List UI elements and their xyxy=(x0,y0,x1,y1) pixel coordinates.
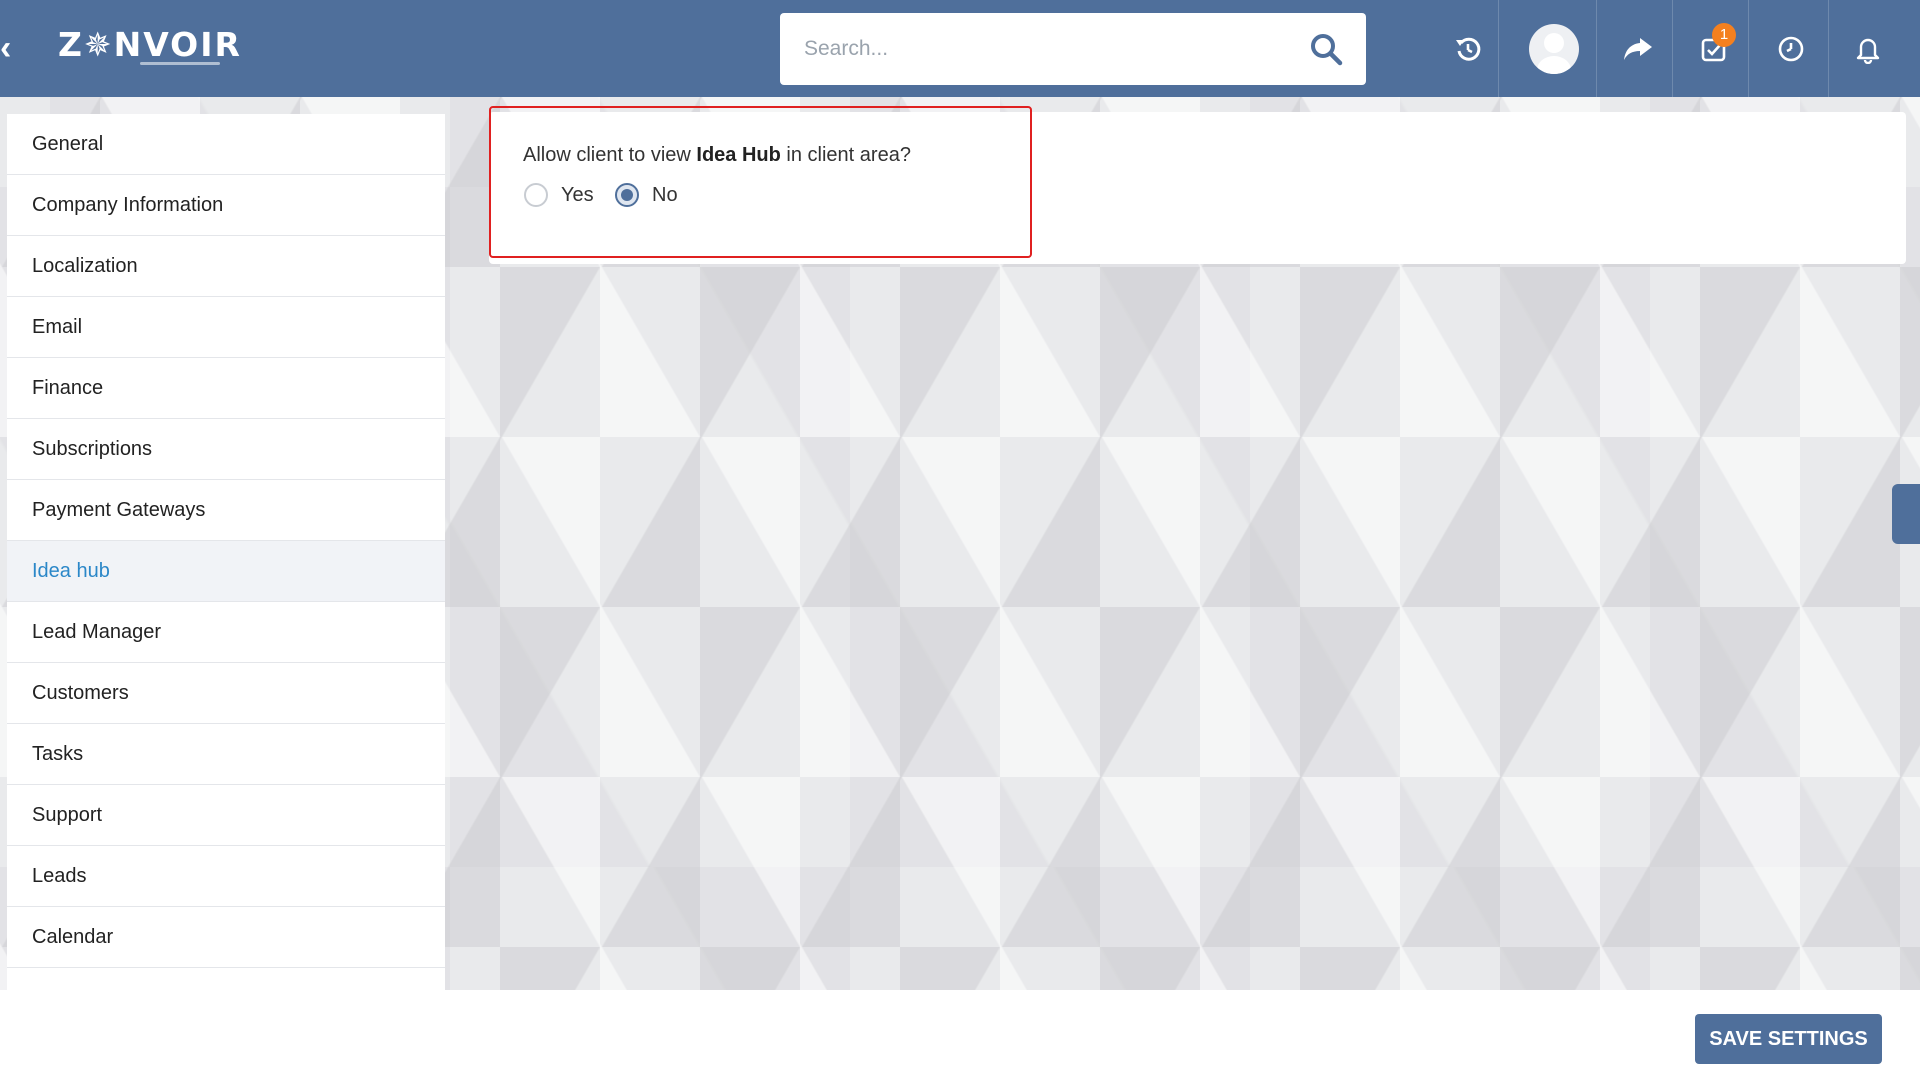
settings-side-tab[interactable] xyxy=(1892,484,1920,544)
sidebar-item-support[interactable]: Support xyxy=(7,785,445,846)
sidebar-item-idea-hub[interactable]: Idea hub xyxy=(7,541,445,602)
footer-bar xyxy=(0,990,1920,1080)
bell-icon[interactable] xyxy=(1843,24,1893,74)
radio-no[interactable] xyxy=(615,183,639,207)
sidebar-item-email[interactable]: Email xyxy=(7,297,445,358)
search-input[interactable] xyxy=(780,13,1300,85)
share-icon[interactable] xyxy=(1613,24,1663,74)
highlight-box xyxy=(489,106,1032,258)
question-bold: Idea Hub xyxy=(696,144,781,166)
radio-no-label[interactable]: No xyxy=(652,183,678,207)
clock-icon[interactable] xyxy=(1766,24,1816,74)
settings-sidebar: General Company Information Localization… xyxy=(7,114,445,990)
radio-yes-label[interactable]: Yes xyxy=(561,183,594,207)
sidebar-item-payment-gateways[interactable]: Payment Gateways xyxy=(7,480,445,541)
top-header: ‹ Z✵NVOIR 1 xyxy=(0,0,1920,97)
sidebar-item-general[interactable]: General xyxy=(7,114,445,175)
radio-yes[interactable] xyxy=(524,183,548,207)
avatar[interactable] xyxy=(1529,24,1579,74)
back-chevron-icon[interactable]: ‹ xyxy=(0,30,14,66)
search-icon[interactable] xyxy=(1308,31,1344,67)
sidebar-item-partial[interactable] xyxy=(7,968,445,990)
sidebar-item-finance[interactable]: Finance xyxy=(7,358,445,419)
save-settings-button[interactable]: SAVE SETTINGS xyxy=(1695,1014,1882,1064)
history-icon[interactable] xyxy=(1443,24,1493,74)
question-prefix: Allow client to view xyxy=(523,144,697,166)
sidebar-item-calendar[interactable]: Calendar xyxy=(7,907,445,968)
sidebar-item-subscriptions[interactable]: Subscriptions xyxy=(7,419,445,480)
sidebar-item-leads[interactable]: Leads xyxy=(7,846,445,907)
sidebar-item-tasks[interactable]: Tasks xyxy=(7,724,445,785)
search-box xyxy=(780,13,1366,85)
question-suffix: in client area? xyxy=(780,144,911,166)
sidebar-item-lead-manager[interactable]: Lead Manager xyxy=(7,602,445,663)
logo-tagline-mark xyxy=(140,62,220,65)
sidebar-item-localization[interactable]: Localization xyxy=(7,236,445,297)
idea-hub-visibility-question: Allow client to view Idea Hub in client … xyxy=(523,144,911,167)
sidebar-item-company-information[interactable]: Company Information xyxy=(7,175,445,236)
app-logo[interactable]: Z✵NVOIR xyxy=(58,26,242,64)
notification-badge: 1 xyxy=(1712,23,1736,47)
sidebar-item-customers[interactable]: Customers xyxy=(7,663,445,724)
